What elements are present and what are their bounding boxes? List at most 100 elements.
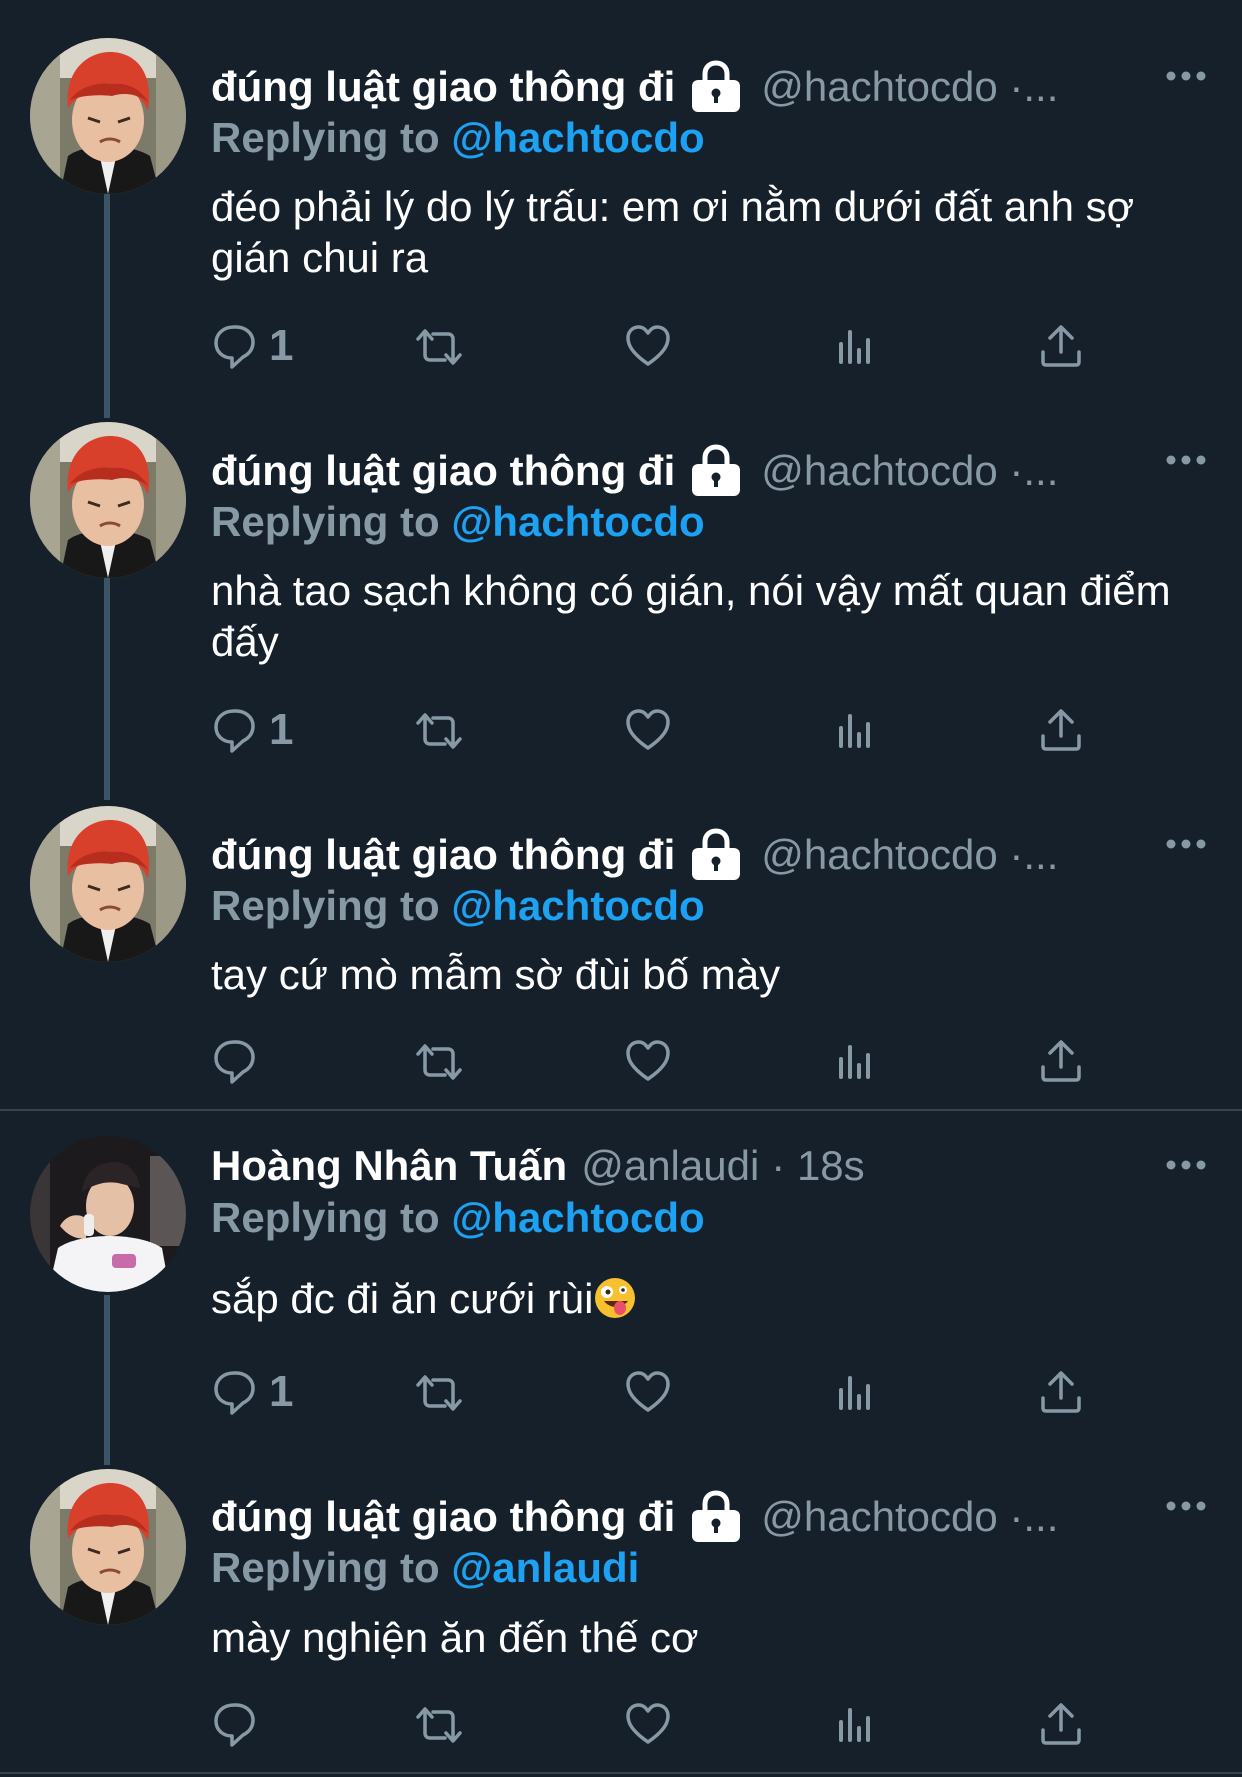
display-name[interactable]: đúng luật giao thông đi [211,62,675,112]
display-name[interactable]: đúng luật giao thông đi [211,830,675,880]
lock-icon [689,60,743,114]
mention-link[interactable]: @anlaudi [451,1544,639,1591]
retweet-button[interactable] [411,1696,467,1752]
reply-button[interactable] [211,1696,269,1752]
lock-icon [689,828,743,882]
heart-icon [624,1368,672,1416]
tweet-text-row: sắp đc đi ăn cưới rùi [211,1273,1191,1324]
tweet[interactable]: đúng luật giao thông đi @hachtocdo ·... … [0,0,1242,400]
analytics-icon [833,1700,877,1748]
share-icon [1037,706,1085,754]
lock-icon [689,444,743,498]
tweet-text: đéo phải lý do lý trấu: em ơi nằm dưới đ… [211,183,1135,281]
reply-count: 1 [269,1367,294,1416]
mention-link[interactable]: @hachtocdo [451,882,704,929]
analytics-button[interactable] [833,702,877,758]
reply-count: 1 [269,705,294,754]
share-button[interactable] [1037,1033,1085,1089]
reply-button[interactable]: 1 [211,1364,293,1420]
replying-to: Replying to @hachtocdo [211,497,705,547]
retweet-icon [411,1368,467,1416]
mention-link[interactable]: @hachtocdo [451,498,704,545]
more-icon[interactable] [1166,1158,1206,1170]
share-button[interactable] [1037,702,1085,758]
display-name[interactable]: Hoàng Nhân Tuấn [211,1141,567,1191]
heart-icon [624,322,672,370]
reply-icon [211,1700,259,1748]
handle[interactable]: @hachtocdo ·... [761,1492,1058,1542]
avatar[interactable] [30,1136,186,1292]
like-button[interactable] [624,318,672,374]
analytics-icon [833,322,877,370]
replying-to: Replying to @hachtocdo [211,113,705,163]
retweet-button[interactable] [411,702,467,758]
share-icon [1037,322,1085,370]
timestamp[interactable]: · 18s [771,1141,864,1191]
action-bar: 1 [211,318,1111,374]
handle[interactable]: @anlaudi [581,1141,759,1191]
replying-label: Replying to [211,1194,440,1241]
reply-icon [211,322,259,370]
handle[interactable]: @hachtocdo ·... [761,830,1058,880]
retweet-icon [411,1700,467,1748]
heart-icon [624,706,672,754]
analytics-button[interactable] [833,1364,877,1420]
action-bar: 1 [211,702,1111,758]
avatar[interactable] [30,422,186,578]
reply-count: 1 [269,321,294,370]
avatar[interactable] [30,1469,186,1625]
more-icon[interactable] [1166,837,1206,849]
more-icon[interactable] [1166,453,1206,465]
tweet-text: nhà tao sạch không có gián, nói vậy mất … [211,567,1171,665]
analytics-icon [833,1037,877,1085]
tweet-text: tay cứ mò mẫm sờ đùi bố mày [211,951,781,998]
replying-label: Replying to [211,882,440,929]
share-icon [1037,1368,1085,1416]
share-icon [1037,1700,1085,1748]
like-button[interactable] [624,1696,672,1752]
heart-icon [624,1700,672,1748]
replying-to: Replying to @hachtocdo [211,881,705,931]
share-button[interactable] [1037,318,1085,374]
reply-icon [211,706,259,754]
like-button[interactable] [624,1033,672,1089]
retweet-button[interactable] [411,1033,467,1089]
action-bar: 1 [211,1364,1111,1420]
avatar[interactable] [30,806,186,962]
display-name[interactable]: đúng luật giao thông đi [211,446,675,496]
tweet-text: mày nghiện ăn đến thế cơ [211,1614,699,1661]
analytics-button[interactable] [833,1033,877,1089]
handle[interactable]: @hachtocdo ·... [761,446,1058,496]
thread-line [104,576,110,800]
avatar[interactable] [30,38,186,194]
like-button[interactable] [624,702,672,758]
replying-to: Replying to @hachtocdo [211,1193,705,1243]
share-button[interactable] [1037,1696,1085,1752]
replying-label: Replying to [211,114,440,161]
divider [0,1772,1242,1774]
zany-face-emoji [594,1277,636,1319]
thread-line [104,1295,110,1465]
handle[interactable]: @hachtocdo ·... [761,62,1058,112]
retweet-button[interactable] [411,1364,467,1420]
mention-link[interactable]: @hachtocdo [451,114,704,161]
retweet-button[interactable] [411,318,467,374]
retweet-icon [411,706,467,754]
reply-button[interactable]: 1 [211,318,293,374]
divider [0,1109,1242,1111]
more-icon[interactable] [1166,69,1206,81]
reply-icon [211,1368,259,1416]
tweet-text: sắp đc đi ăn cưới rùi [211,1275,594,1322]
mention-link[interactable]: @hachtocdo [451,1194,704,1241]
replying-to: Replying to @anlaudi [211,1543,639,1593]
more-icon[interactable] [1166,1499,1206,1511]
analytics-button[interactable] [833,318,877,374]
share-button[interactable] [1037,1364,1085,1420]
analytics-icon [833,1368,877,1416]
display-name[interactable]: đúng luật giao thông đi [211,1492,675,1542]
reply-button[interactable]: 1 [211,702,293,758]
like-button[interactable] [624,1364,672,1420]
analytics-button[interactable] [833,1696,877,1752]
action-bar [211,1033,1111,1089]
reply-button[interactable] [211,1033,269,1089]
